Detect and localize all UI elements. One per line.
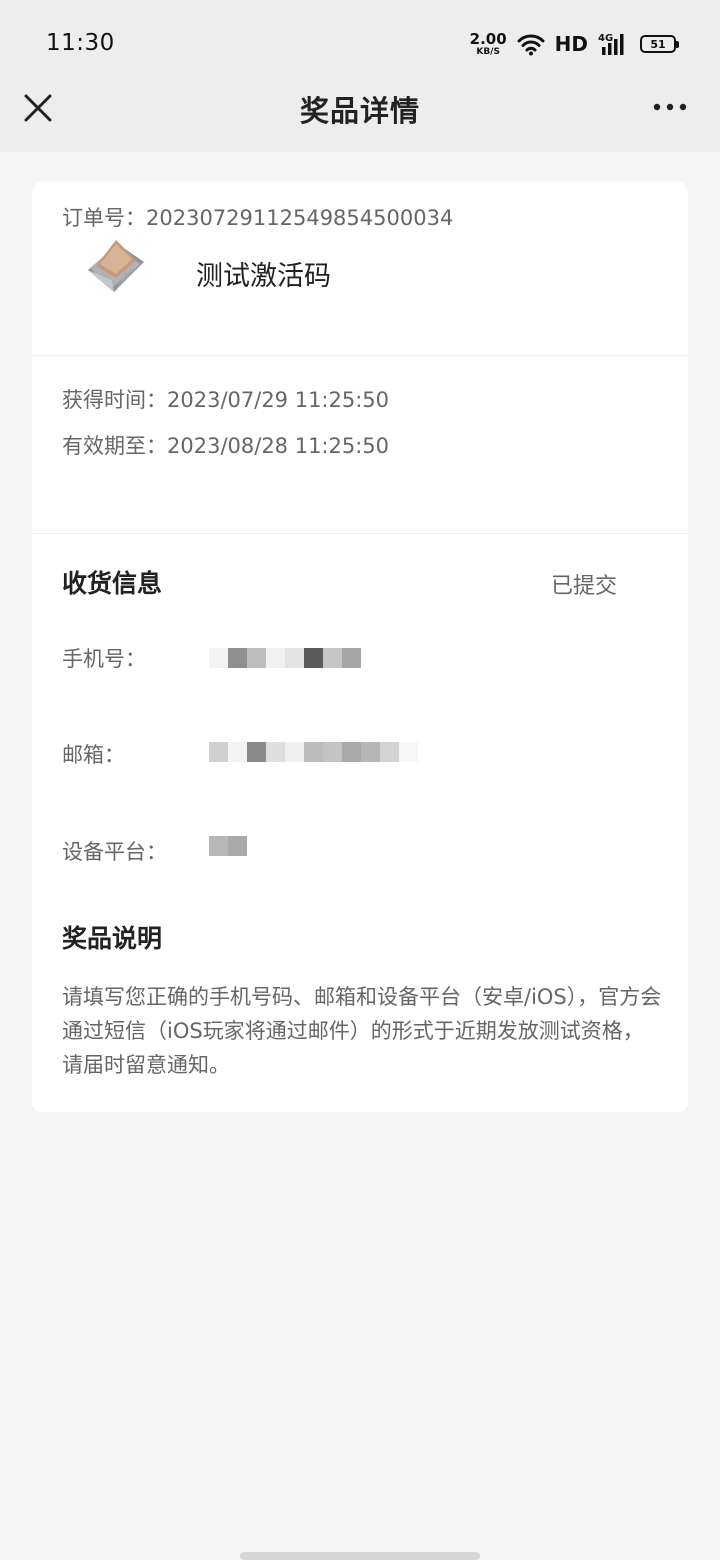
envelope-icon bbox=[88, 240, 144, 292]
prize-description-text: 请填写您正确的手机号码、邮箱和设备平台（安卓/iOS），官方会通过短信（iOS玩… bbox=[62, 985, 662, 1077]
email-label: 邮箱： bbox=[62, 743, 125, 767]
email-value-redacted bbox=[209, 742, 418, 762]
network-speed-value: 2.00 bbox=[469, 29, 507, 48]
battery-icon: 51 bbox=[640, 35, 679, 53]
network-speed-unit: KB/S bbox=[476, 46, 500, 57]
more-icon[interactable] bbox=[652, 100, 688, 114]
platform-label: 设备平台： bbox=[62, 840, 167, 864]
network-speed: 2.00 KB/S bbox=[469, 29, 507, 57]
valid-until: 有效期至：2023/08/28 11:25:50 bbox=[62, 434, 390, 458]
order-number: 订单号：20230729112549854500034 bbox=[62, 206, 454, 230]
top-area: 11:30 2.00 KB/S HD 4G 51 奖品详情 bbox=[0, 0, 720, 152]
wifi-icon bbox=[517, 34, 545, 56]
network-type-label: 4G bbox=[598, 33, 613, 44]
prize-name: 测试激活码 bbox=[196, 261, 331, 292]
platform-value-redacted bbox=[209, 836, 247, 856]
hd-label: HD bbox=[554, 32, 588, 56]
page-title: 奖品详情 bbox=[299, 94, 420, 128]
status-bar: 11:30 2.00 KB/S HD 4G 51 bbox=[0, 0, 720, 86]
signal-icon: 4G bbox=[598, 33, 624, 55]
phone-value-redacted bbox=[209, 648, 361, 668]
status-time: 11:30 bbox=[46, 30, 115, 56]
status-indicators: 2.00 KB/S HD 4G 51 bbox=[469, 28, 679, 60]
prize-description-title: 奖品说明 bbox=[62, 924, 163, 953]
nav-bar: 奖品详情 bbox=[0, 76, 720, 142]
obtained-time: 获得时间：2023/07/29 11:25:50 bbox=[62, 388, 390, 412]
submission-status: 已提交 bbox=[550, 574, 617, 599]
home-indicator[interactable] bbox=[240, 1552, 480, 1560]
phone-label: 手机号： bbox=[62, 647, 146, 671]
shipping-info-title: 收货信息 bbox=[62, 569, 163, 598]
battery-level: 51 bbox=[650, 37, 666, 51]
